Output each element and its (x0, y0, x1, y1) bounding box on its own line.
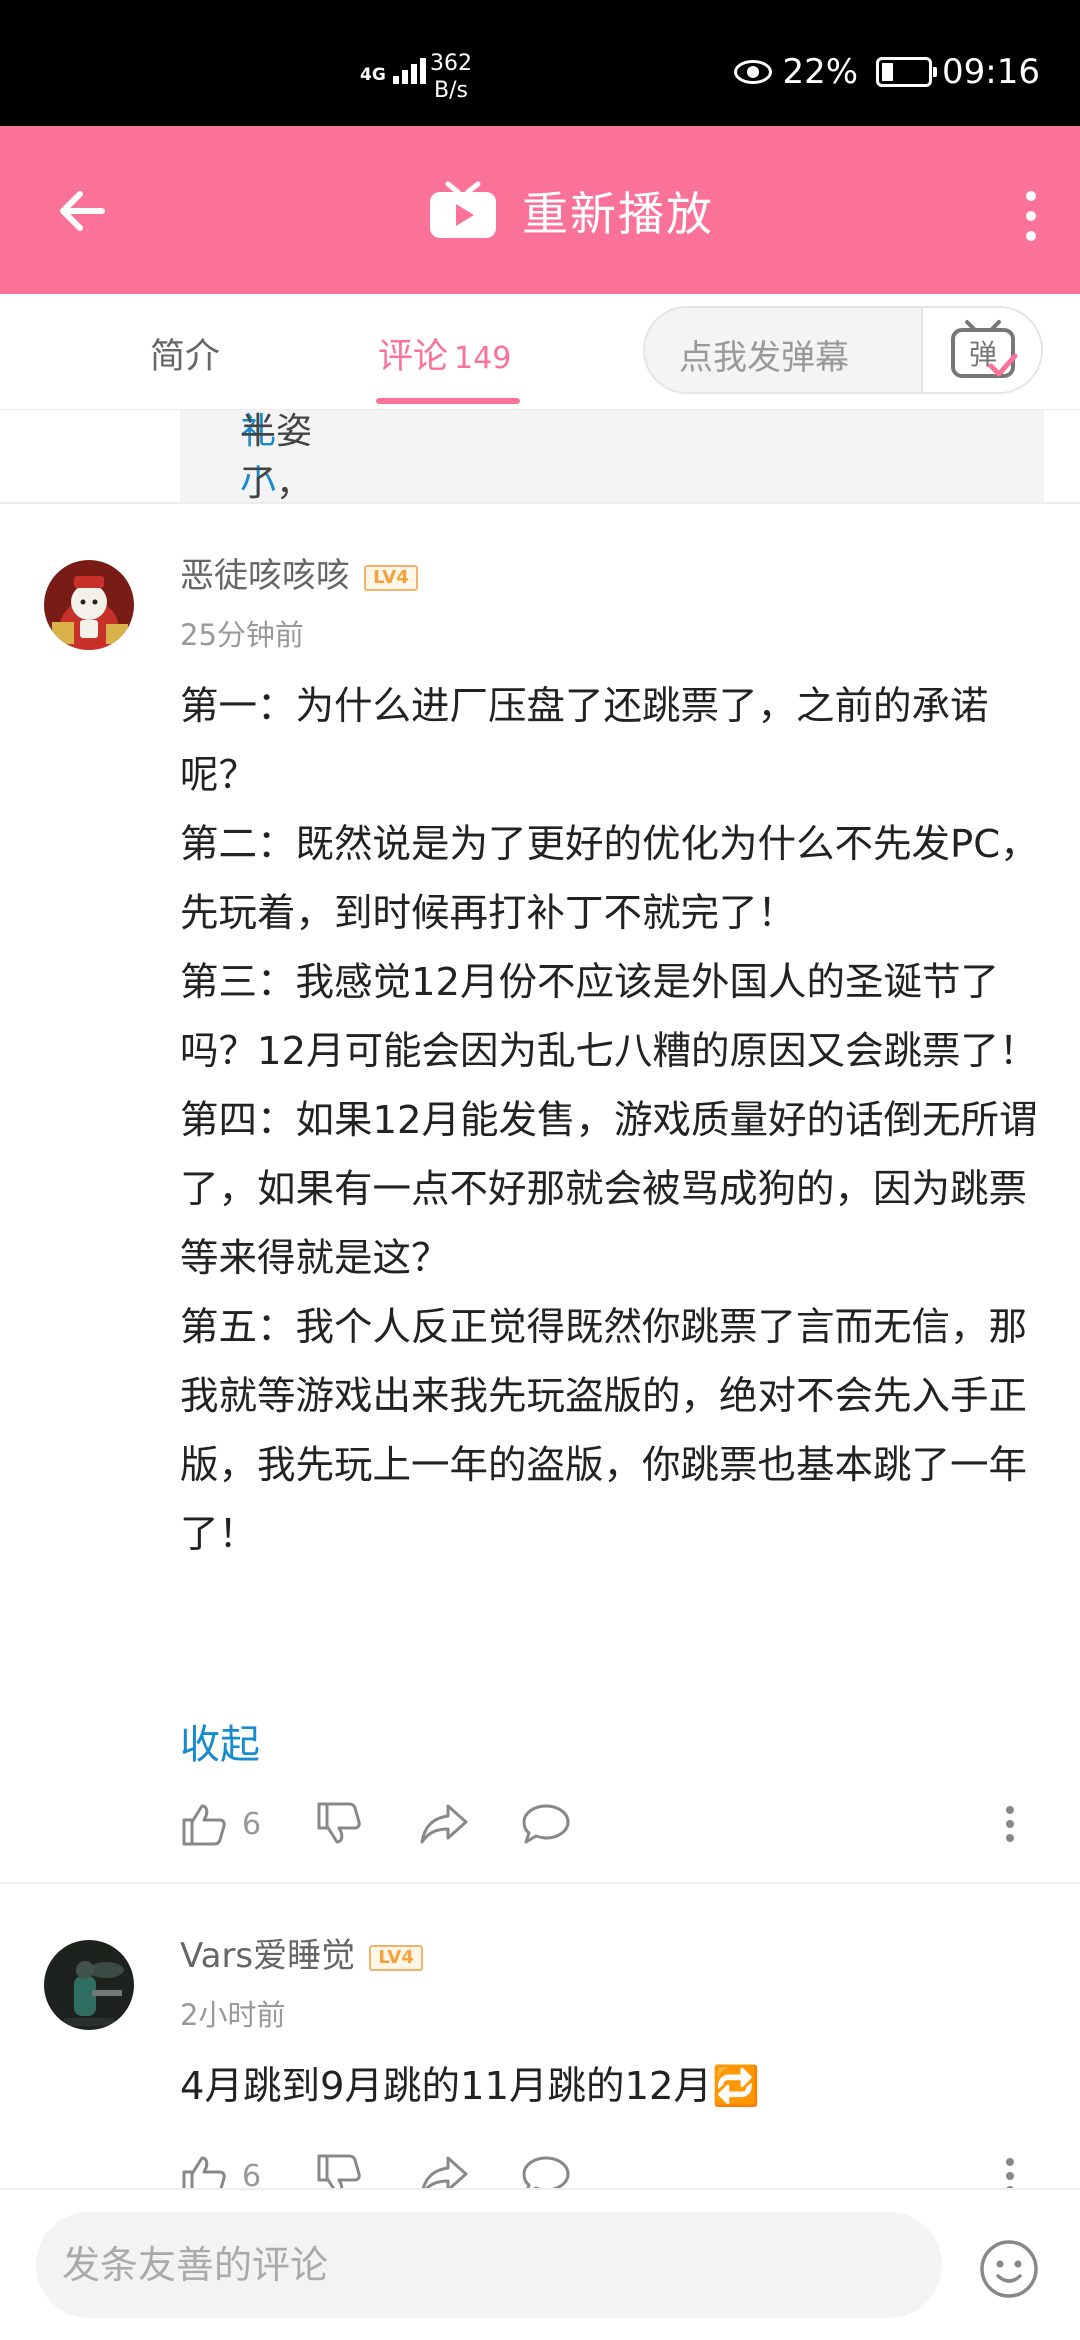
signal-bar (410, 64, 417, 84)
comment-time: 25分钟前 (180, 618, 304, 652)
send-danmaku-label: 点我发弹幕 (679, 338, 849, 378)
tab-label: 评论 (378, 337, 449, 377)
signal-indicator: 4G (360, 58, 426, 84)
reply-button[interactable] (520, 2152, 572, 2188)
like-count: 6 (242, 2158, 262, 2189)
comment-actions: 6 (180, 1800, 1040, 1860)
more-vertical-icon (1006, 1806, 1014, 1842)
share-icon (421, 2156, 468, 2188)
thumb-down-icon (317, 2154, 361, 2188)
username[interactable]: Vars爱睡觉 LV4 (180, 1928, 424, 1977)
avatar[interactable] (44, 560, 134, 650)
dislike-button[interactable] (315, 1800, 363, 1848)
previous-reply-preview[interactable]: 大礼小大礼: 都半姿了，不差十3090 (180, 410, 1044, 502)
send-danmaku-button[interactable]: 点我发弹幕 弹 (643, 306, 1043, 394)
comment-more-button[interactable] (1000, 1800, 1020, 1848)
thumb-up-icon (182, 1804, 226, 1846)
danmaku-toggle[interactable]: 弹 (921, 308, 1041, 392)
share-icon (420, 1804, 468, 1844)
comment-more-button[interactable] (1000, 2152, 1020, 2188)
tv-play-icon (430, 181, 496, 238)
tab-label: 简介 (150, 337, 221, 377)
username[interactable]: 恶徒咳咳咳 LV4 (180, 548, 418, 597)
like-button[interactable]: 6 (180, 1800, 261, 1848)
more-vertical-icon (1006, 2158, 1014, 2188)
battery-icon (876, 57, 938, 87)
comment-count: 149 (454, 341, 512, 376)
back-button[interactable] (50, 176, 120, 246)
emoji-button[interactable] (978, 2238, 1040, 2300)
back-arrow-icon (60, 191, 105, 231)
tab-comments[interactable]: 评论 149 (378, 328, 511, 379)
avatar[interactable] (44, 1940, 134, 2030)
level-badge: LV4 (364, 564, 418, 591)
like-button[interactable]: 6 (180, 2152, 261, 2188)
divider (0, 502, 1080, 504)
reply-icon (522, 1804, 570, 1844)
tab-intro[interactable]: 简介 (150, 328, 220, 379)
divider (0, 1882, 1080, 1884)
comment-actions: 6 (180, 2152, 1040, 2188)
net-speed-value: 362 (430, 51, 472, 76)
collapse-link[interactable]: 收起 (180, 1712, 260, 1770)
clock: 09:16 (942, 52, 1040, 92)
reply-icon (522, 2156, 570, 2188)
tab-indicator (376, 398, 520, 404)
thumb-down-icon (317, 1802, 361, 1844)
net-speed-unit: B/s (434, 78, 468, 103)
eye-icon (734, 60, 773, 84)
more-button[interactable] (1016, 186, 1046, 246)
battery-percent: 22% (782, 52, 859, 92)
level-badge: LV4 (369, 1944, 424, 1971)
comment-input-bar (0, 2188, 1080, 2340)
status-bar: 4G 362 B/s 22% 09:16 (0, 0, 1080, 126)
reply-text: : 都半姿了，不差十3090 (240, 411, 313, 502)
reply-button[interactable] (520, 1800, 572, 1848)
comment-text: 4月跳到9月跳的11月跳的12月🔁 (180, 2064, 760, 2109)
net-speed: 362 B/s (430, 50, 472, 104)
comment-input[interactable] (36, 2212, 942, 2318)
share-button[interactable] (418, 1800, 470, 1848)
page-title: 重新播放 (522, 187, 714, 241)
comment-time: 2小时前 (180, 1998, 286, 2032)
dislike-button[interactable] (315, 2152, 363, 2188)
status-right: 22% 09:16 (734, 52, 1040, 92)
app-bar: 重新播放 (0, 126, 1080, 294)
signal-bar (392, 76, 399, 84)
emoji-icon (980, 2240, 1038, 2298)
comment-text: 第一：为什么进厂压盘了还跳票了，之前的承诺呢？ 第二：既然说是为了更好的优化为什… (180, 684, 1039, 1557)
like-count: 6 (242, 1806, 262, 1842)
replay-button[interactable]: 重新播放 (428, 178, 714, 244)
network-type: 4G (360, 65, 386, 85)
share-button[interactable] (418, 2152, 470, 2188)
danmaku-icon: 弹 (951, 320, 1018, 378)
thumb-up-icon (182, 2156, 226, 2188)
signal-bar (419, 58, 426, 84)
more-vertical-icon (1026, 191, 1036, 241)
signal-bar (401, 70, 408, 84)
